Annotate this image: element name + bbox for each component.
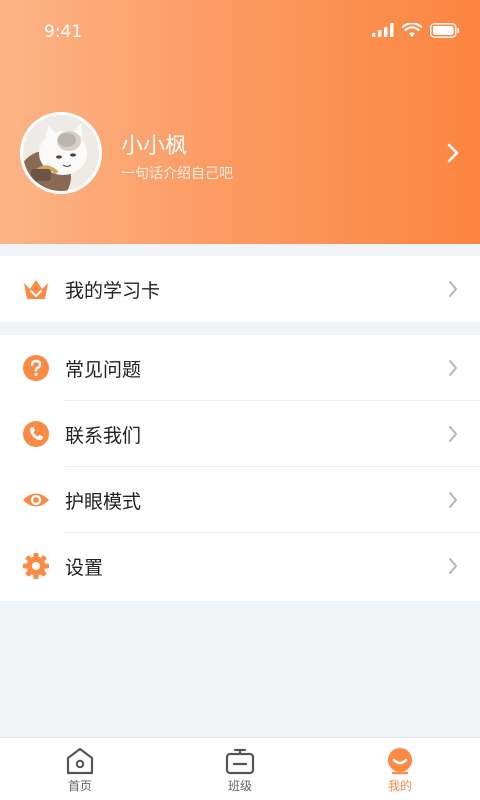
menu-card-study: 我的学习卡 <box>0 256 480 322</box>
menu-card-main: 常见问题 联系我们 护眼模式 设置 <box>0 335 480 601</box>
status-time: 9:41 <box>44 22 83 42</box>
menu-item-settings[interactable]: 设置 <box>0 533 480 599</box>
menu-item-label: 我的学习卡 <box>65 279 161 302</box>
phone-icon <box>22 420 50 448</box>
chevron-right-icon <box>449 360 457 376</box>
menu-item-label: 护眼模式 <box>65 490 142 513</box>
profile-face-icon <box>388 748 412 775</box>
tab-label: 首页 <box>67 779 92 793</box>
tab-home[interactable]: 首页 <box>0 738 160 800</box>
chevron-right-icon <box>449 492 457 508</box>
tv-icon <box>225 748 255 775</box>
menu-item-label: 设置 <box>65 556 104 579</box>
menu-item-faq[interactable]: 常见问题 <box>0 335 480 401</box>
question-icon <box>22 354 50 382</box>
chevron-right-icon[interactable] <box>446 142 460 164</box>
wifi-icon <box>402 22 422 37</box>
status-icons <box>372 20 460 40</box>
menu-item-contact[interactable]: 联系我们 <box>0 401 480 467</box>
menu-item-study-card[interactable]: 我的学习卡 <box>0 256 480 322</box>
avatar-cat-image <box>23 115 99 191</box>
menu-item-eye-care[interactable]: 护眼模式 <box>0 467 480 533</box>
battery-icon <box>430 22 460 38</box>
tab-mine[interactable]: 我的 <box>320 738 480 800</box>
profile-bio: 一句话介绍自己吧 <box>121 166 233 182</box>
menu-item-label: 联系我们 <box>65 424 142 447</box>
signal-icon <box>372 23 394 37</box>
profile-row[interactable]: 小小枫 一句话介绍自己吧 <box>0 110 480 200</box>
eye-icon <box>22 486 50 514</box>
menu-item-label: 常见问题 <box>65 358 142 381</box>
status-bar: 9:41 <box>0 0 480 60</box>
home-icon <box>66 747 94 775</box>
tab-class[interactable]: 班级 <box>160 738 320 800</box>
gear-icon <box>22 552 50 580</box>
tab-label: 我的 <box>387 779 412 793</box>
chevron-right-icon <box>449 281 457 297</box>
crown-icon <box>22 275 50 303</box>
chevron-right-icon <box>449 558 457 574</box>
profile-header: 9:41 小小枫 一句话介绍自己吧 <box>0 0 480 244</box>
chevron-right-icon <box>449 426 457 442</box>
profile-name: 小小枫 <box>121 134 188 159</box>
tab-label: 班级 <box>227 779 252 793</box>
bottom-tab-bar: 首页 班级 我的 <box>0 737 480 800</box>
avatar[interactable] <box>20 112 102 194</box>
